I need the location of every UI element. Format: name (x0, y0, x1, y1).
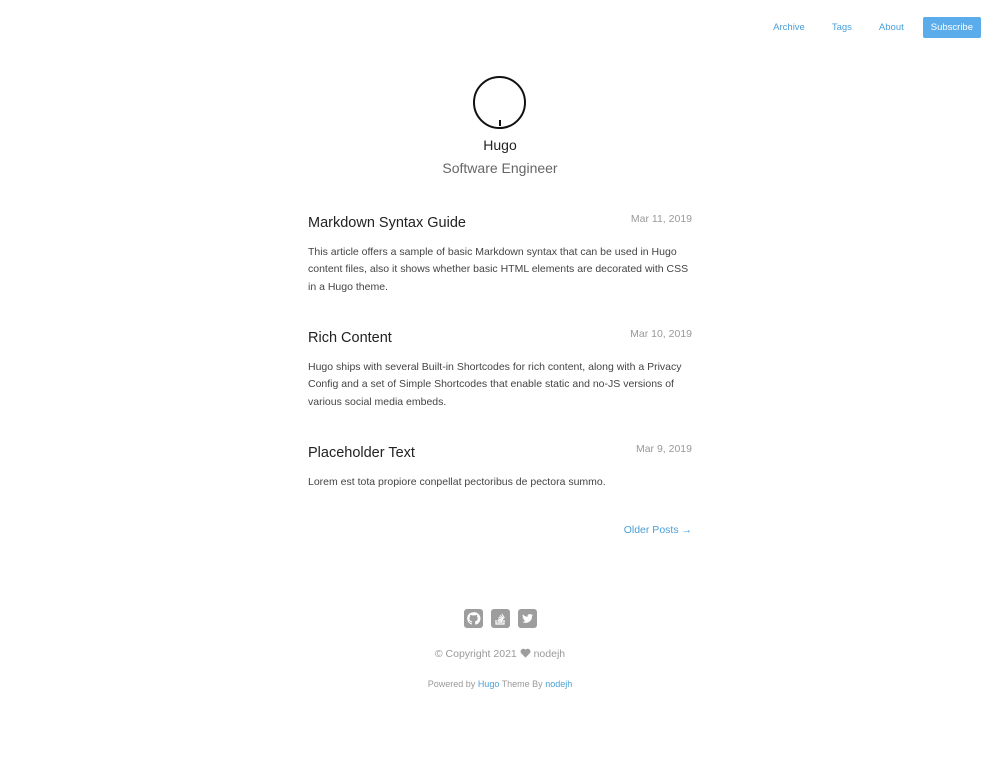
powered-by: Powered by Hugo Theme By nodejh (0, 679, 1000, 689)
stackoverflow-icon[interactable] (491, 609, 510, 628)
avatar (473, 76, 526, 129)
nav-tags-link[interactable]: Tags (832, 22, 852, 33)
top-nav: Archive Tags About Subscribe (746, 17, 981, 38)
github-icon[interactable] (464, 609, 483, 628)
twitter-icon[interactable] (518, 609, 537, 628)
copyright: © Copyright 2021 nodejh (0, 648, 1000, 661)
powered-middle: Theme By (501, 679, 543, 689)
copyright-text: © Copyright 2021 (434, 648, 517, 660)
site-subtitle: Software Engineer (442, 160, 558, 176)
heart-icon (520, 648, 531, 661)
powered-prefix: Powered by (427, 679, 476, 689)
avatar-mark (499, 120, 501, 126)
post-date: Mar 9, 2019 (635, 443, 692, 455)
social-links (464, 609, 545, 628)
post-title-link[interactable]: Rich Content (308, 330, 392, 346)
post-date: Mar 11, 2019 (630, 213, 692, 225)
site-title: Hugo (483, 137, 517, 153)
post-summary: Hugo ships with several Built-in Shortco… (308, 361, 682, 408)
copyright-author: nodejh (533, 648, 566, 660)
hugo-link[interactable]: Hugo (478, 679, 500, 689)
post-date: Mar 10, 2019 (630, 328, 692, 340)
nav-about-link[interactable]: About (879, 22, 904, 33)
older-posts-link[interactable]: Older Posts → (624, 524, 692, 536)
post-summary: This article offers a sample of basic Ma… (308, 246, 689, 293)
post-title-link[interactable]: Markdown Syntax Guide (308, 215, 466, 231)
nav-archive-link[interactable]: Archive (773, 22, 805, 33)
subscribe-button[interactable]: Subscribe (922, 17, 981, 38)
post-title-link[interactable]: Placeholder Text (308, 445, 415, 461)
author-link[interactable]: nodejh (545, 679, 572, 689)
post-summary: Lorem est tota propiore conpellat pector… (308, 476, 606, 488)
